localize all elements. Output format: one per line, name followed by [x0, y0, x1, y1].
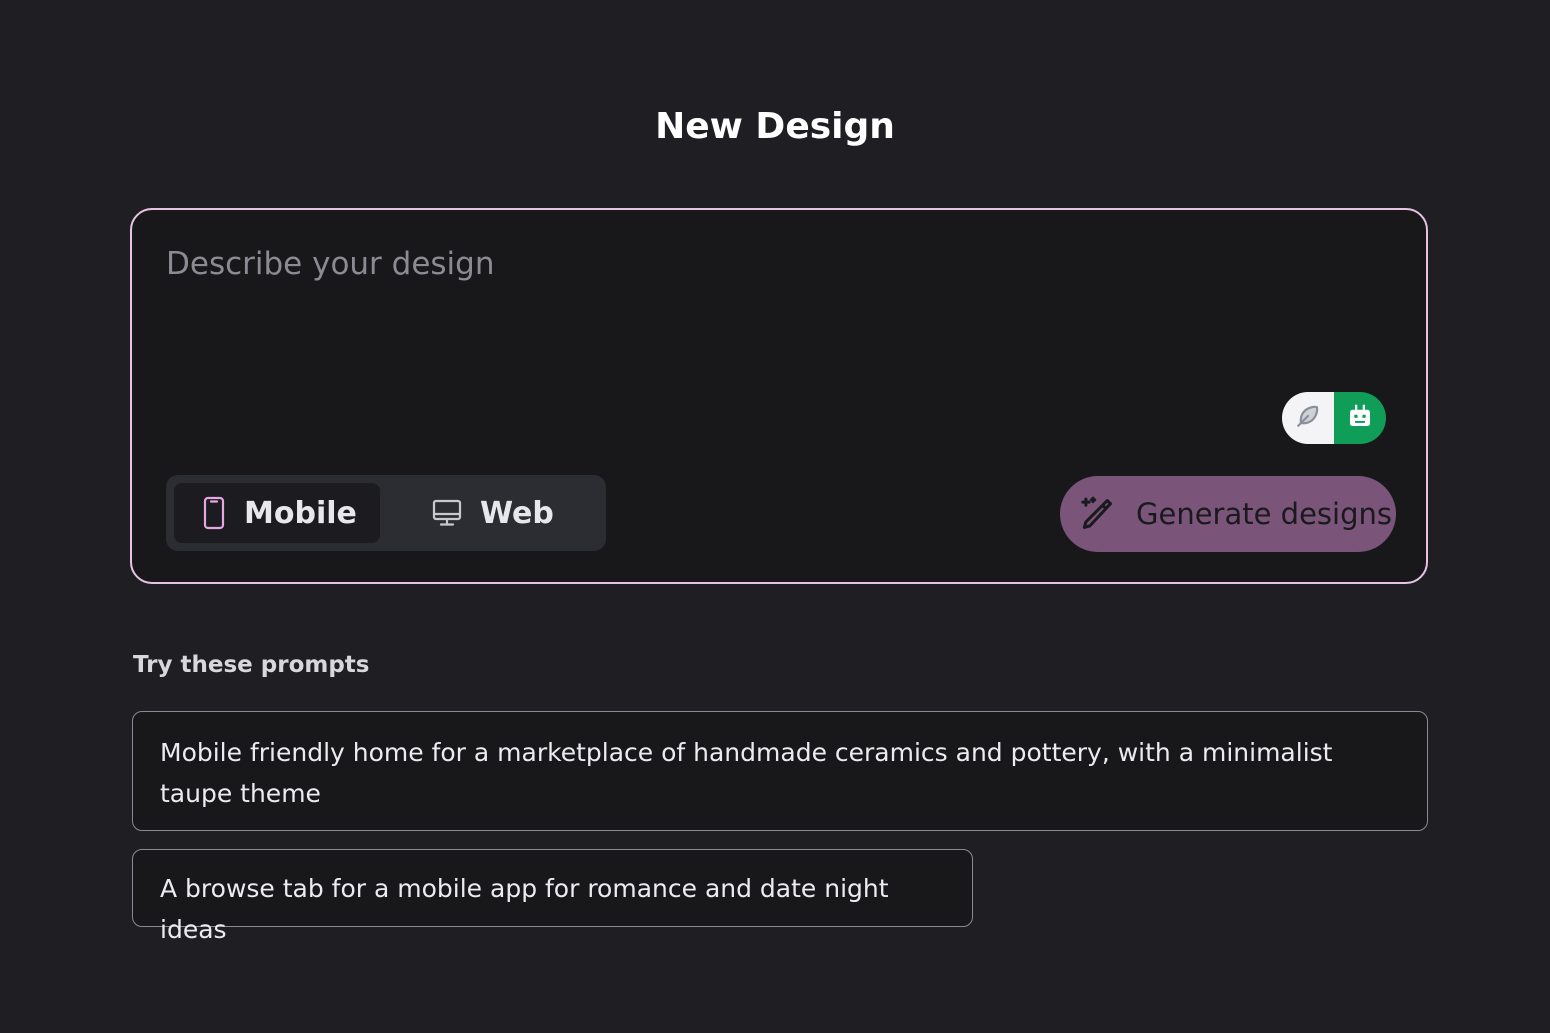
prompts-heading: Try these prompts: [133, 652, 370, 678]
model-toggle: [1282, 392, 1386, 444]
monitor-icon: [432, 499, 462, 527]
new-design-page: New Design Describe your design Mobile W…: [0, 0, 1550, 1033]
robot-icon: [1345, 401, 1375, 435]
design-composer: Mobile Web: [130, 208, 1428, 584]
prompt-suggestion-text: A browse tab for a mobile app for romanc…: [160, 874, 889, 944]
device-option-mobile-label: Mobile: [244, 495, 357, 531]
device-option-web-label: Web: [480, 495, 554, 531]
page-title: New Design: [655, 106, 895, 147]
generate-designs-label: Generate designs: [1136, 497, 1392, 531]
generate-designs-button[interactable]: Generate designs: [1060, 476, 1396, 552]
design-description-input[interactable]: [166, 246, 1366, 386]
device-type-switch: Mobile Web: [166, 475, 606, 551]
prompt-suggestion[interactable]: Mobile friendly home for a marketplace o…: [132, 711, 1428, 831]
prompt-suggestion[interactable]: A browse tab for a mobile app for romanc…: [132, 849, 973, 944]
model-toggle-robot[interactable]: [1334, 392, 1386, 444]
magic-wand-icon: [1078, 495, 1116, 533]
device-option-mobile[interactable]: Mobile: [174, 483, 380, 543]
feather-icon: [1295, 403, 1321, 433]
prompt-suggestion-text: Mobile friendly home for a marketplace o…: [160, 738, 1333, 808]
model-toggle-feather[interactable]: [1282, 392, 1334, 444]
phone-icon: [202, 496, 226, 530]
device-option-web[interactable]: Web: [380, 483, 590, 543]
